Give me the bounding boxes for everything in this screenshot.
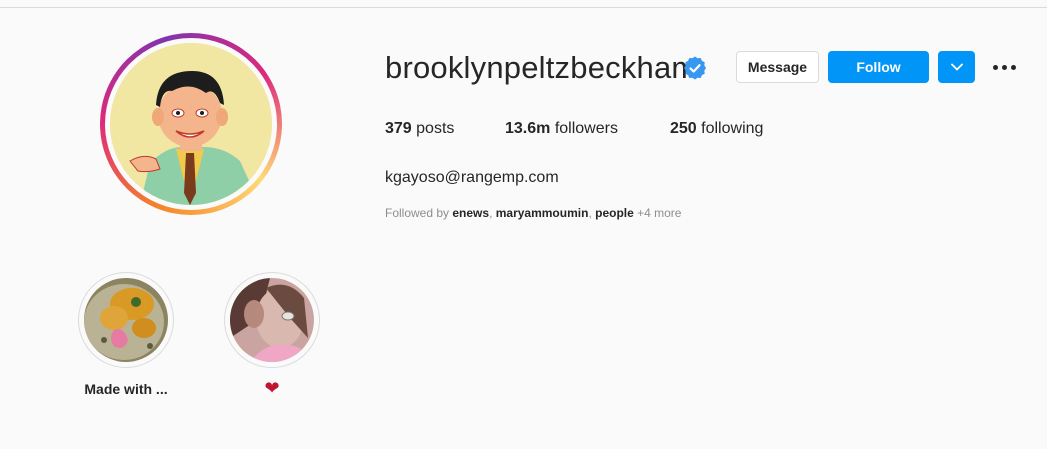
posts-stat: 379 posts: [385, 120, 454, 138]
followed-by[interactable]: Followed by enews, maryammoumin, people …: [385, 206, 681, 220]
profile-username: brooklynpeltzbeckham: [385, 50, 698, 85]
avatar[interactable]: [110, 43, 272, 205]
dot: [993, 64, 998, 70]
verified-badge-icon: [684, 56, 706, 80]
followers-label: followers: [554, 120, 618, 137]
avatar-gap: [105, 38, 277, 210]
followed-by-name[interactable]: enews: [452, 206, 489, 220]
posts-label: posts: [416, 120, 455, 137]
story-highlight[interactable]: [78, 272, 174, 368]
followed-by-more[interactable]: +4 more: [637, 206, 681, 220]
following-count: 250: [670, 120, 697, 137]
profile-bio: kgayoso@rangemp.com: [385, 169, 559, 186]
message-button[interactable]: Message: [736, 51, 819, 83]
highlight-label-heart: ❤: [264, 378, 280, 398]
highlight-cover: [230, 278, 314, 362]
followers-count: 13.6m: [505, 120, 551, 137]
chevron-down-icon: [950, 63, 963, 71]
followed-by-prefix: Followed by: [385, 206, 450, 220]
highlight-cover: [84, 278, 168, 362]
profile-avatar-ring[interactable]: [100, 33, 282, 215]
highlight-label: Made with ...: [84, 381, 168, 397]
posts-count: 379: [385, 120, 412, 137]
follow-button[interactable]: Follow: [828, 51, 929, 83]
more-options-icon[interactable]: [993, 58, 1019, 76]
suggested-dropdown-button[interactable]: [938, 51, 975, 83]
following-stat[interactable]: 250 following: [670, 120, 763, 138]
dot: [1002, 64, 1007, 70]
followed-by-name[interactable]: maryammoumin: [496, 206, 589, 220]
following-label: following: [701, 120, 764, 137]
followers-stat[interactable]: 13.6m followers: [505, 120, 618, 138]
dot: [1011, 64, 1016, 70]
story-highlight[interactable]: [224, 272, 320, 368]
top-divider: [0, 7, 1047, 8]
followed-by-name[interactable]: people: [595, 206, 634, 220]
avatar-illustration: [110, 43, 272, 205]
